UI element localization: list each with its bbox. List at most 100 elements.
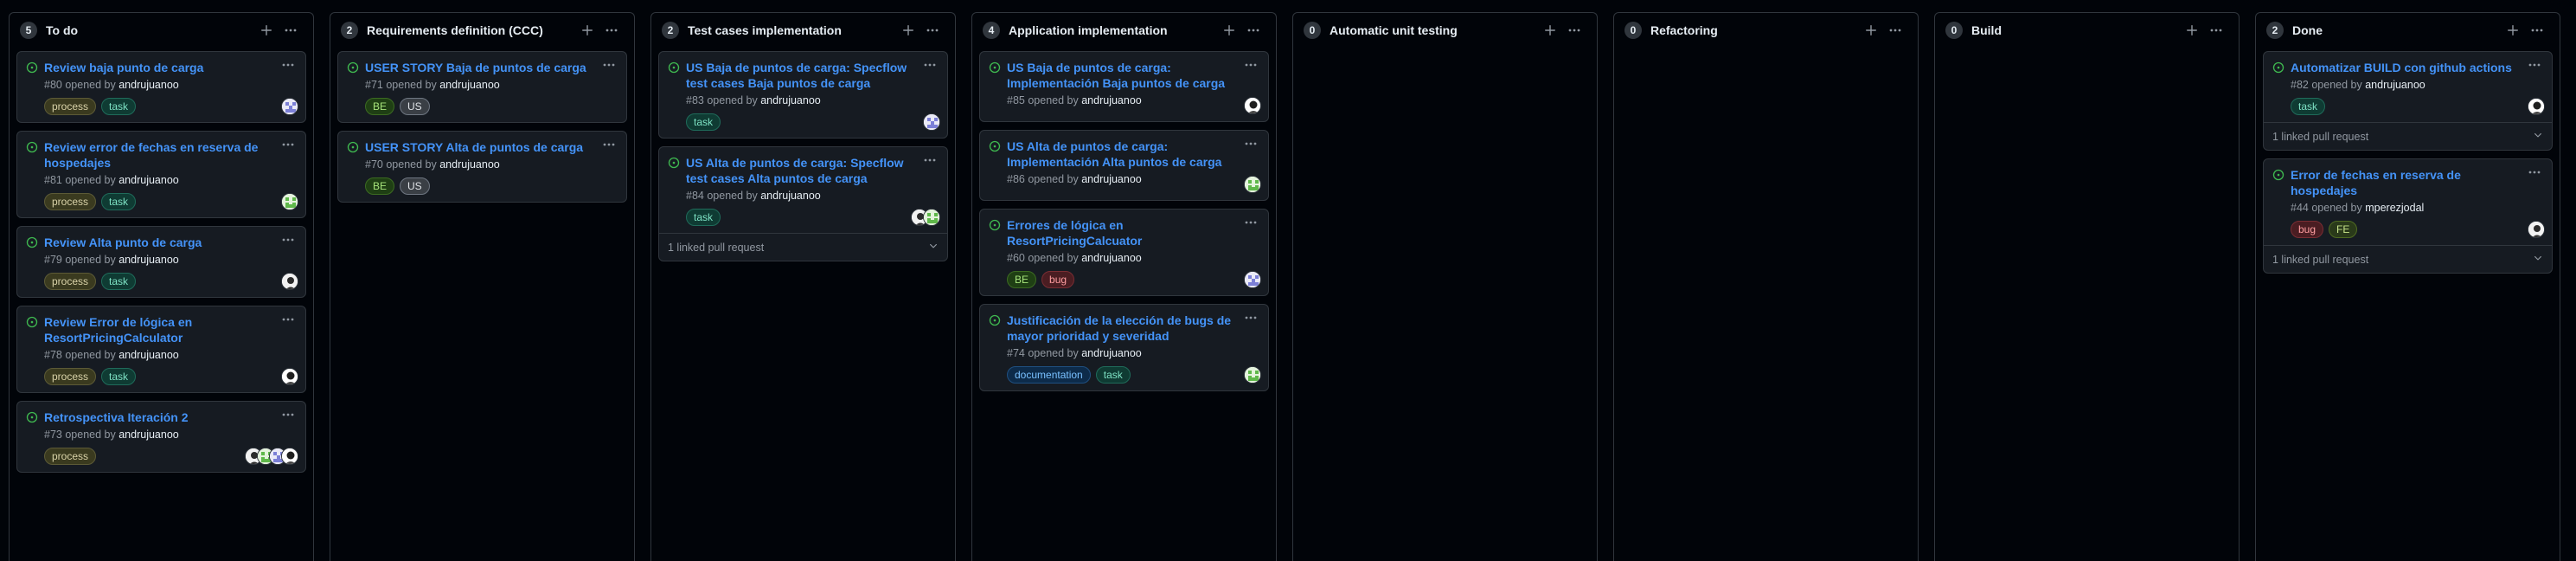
- linked-pull-request-row[interactable]: 1 linked pull request: [2264, 122, 2552, 150]
- add-item-icon[interactable]: [2180, 20, 2204, 41]
- issue-title-link[interactable]: Review Alta punto de carga: [44, 235, 279, 250]
- avatar[interactable]: [923, 209, 940, 226]
- avatar[interactable]: [2528, 98, 2545, 115]
- card-menu-icon[interactable]: [2524, 164, 2545, 180]
- issue-card[interactable]: US Baja de puntos de carga: Specflow tes…: [658, 51, 948, 139]
- issue-card[interactable]: Review baja punto de carga #80 opened by …: [16, 51, 306, 123]
- card-menu-icon[interactable]: [2524, 57, 2545, 73]
- issue-label[interactable]: task: [101, 98, 137, 115]
- add-item-icon[interactable]: [896, 20, 920, 41]
- issue-author-link[interactable]: andrujuanoo: [1081, 347, 1142, 359]
- issue-card[interactable]: Retrospectiva Iteración 2 #73 opened by a…: [16, 401, 306, 473]
- issue-card[interactable]: US Baja de puntos de carga: Implementaci…: [979, 51, 1269, 122]
- card-menu-icon[interactable]: [1240, 136, 1261, 152]
- card-menu-icon[interactable]: [278, 137, 298, 152]
- issue-title-link[interactable]: Retrospectiva Iteración 2: [44, 409, 279, 425]
- issue-title-link[interactable]: Review baja punto de carga: [44, 60, 279, 75]
- card-menu-icon[interactable]: [599, 137, 619, 152]
- issue-label[interactable]: process: [44, 193, 97, 210]
- avatar[interactable]: [281, 448, 298, 465]
- avatar[interactable]: [1244, 271, 1261, 288]
- issue-author-link[interactable]: andrujuanoo: [119, 79, 179, 91]
- issue-label[interactable]: process: [44, 368, 97, 385]
- avatar[interactable]: [281, 273, 298, 290]
- issue-title-link[interactable]: US Baja de puntos de carga: Implementaci…: [1007, 60, 1242, 91]
- card-menu-icon[interactable]: [920, 152, 940, 168]
- card-menu-icon[interactable]: [278, 57, 298, 73]
- issue-card[interactable]: Review error de fechas en reserva de hos…: [16, 131, 306, 218]
- linked-pull-request-row[interactable]: 1 linked pull request: [2264, 245, 2552, 273]
- column-menu-icon[interactable]: [279, 20, 303, 41]
- issue-card[interactable]: Errores de lógica en ResortPricingCalcua…: [979, 209, 1269, 296]
- issue-label[interactable]: BE: [1007, 271, 1037, 288]
- add-item-icon[interactable]: [2501, 20, 2525, 41]
- add-item-icon[interactable]: [254, 20, 279, 41]
- avatar[interactable]: [1244, 97, 1261, 114]
- issue-author-link[interactable]: andrujuanoo: [119, 429, 179, 441]
- column-menu-icon[interactable]: [1241, 20, 1266, 41]
- issue-author-link[interactable]: mperezjodal: [2365, 202, 2424, 214]
- issue-label[interactable]: process: [44, 273, 97, 290]
- issue-label[interactable]: FE: [2329, 221, 2358, 238]
- issue-label[interactable]: bug: [2291, 221, 2324, 238]
- issue-label[interactable]: task: [1095, 366, 1131, 384]
- card-menu-icon[interactable]: [599, 57, 619, 73]
- issue-card[interactable]: USER STORY Baja de puntos de carga #71 op…: [337, 51, 627, 123]
- column-menu-icon[interactable]: [1883, 20, 1907, 41]
- issue-title-link[interactable]: US Alta de puntos de carga: Implementaci…: [1007, 139, 1242, 170]
- issue-author-link[interactable]: andrujuanoo: [119, 349, 179, 361]
- issue-card[interactable]: US Alta de puntos de carga: Specflow tes…: [658, 146, 948, 261]
- column-menu-icon[interactable]: [1562, 20, 1586, 41]
- issue-card[interactable]: US Alta de puntos de carga: Implementaci…: [979, 130, 1269, 201]
- issue-author-link[interactable]: andrujuanoo: [119, 254, 179, 266]
- avatar[interactable]: [281, 368, 298, 385]
- issue-title-link[interactable]: Error de fechas en reserva de hospedajes: [2291, 167, 2526, 198]
- issue-label[interactable]: US: [400, 177, 430, 195]
- avatar[interactable]: [281, 193, 298, 210]
- issue-label[interactable]: task: [686, 209, 721, 226]
- issue-label[interactable]: US: [400, 98, 430, 115]
- avatar[interactable]: [923, 113, 940, 131]
- card-menu-icon[interactable]: [920, 57, 940, 73]
- issue-author-link[interactable]: andrujuanoo: [119, 174, 179, 186]
- issue-author-link[interactable]: andrujuanoo: [1081, 252, 1142, 264]
- linked-pull-request-row[interactable]: 1 linked pull request: [659, 233, 947, 261]
- add-item-icon[interactable]: [1217, 20, 1241, 41]
- issue-label[interactable]: task: [686, 113, 721, 131]
- add-item-icon[interactable]: [1859, 20, 1883, 41]
- issue-card[interactable]: USER STORY Alta de puntos de carga #70 op…: [337, 131, 627, 203]
- add-item-icon[interactable]: [1538, 20, 1562, 41]
- issue-title-link[interactable]: Justificación de la elección de bugs de …: [1007, 313, 1242, 344]
- avatar[interactable]: [1244, 366, 1261, 384]
- issue-author-link[interactable]: andrujuanoo: [760, 190, 821, 202]
- issue-label[interactable]: BE: [365, 98, 395, 115]
- issue-label[interactable]: task: [101, 193, 137, 210]
- card-menu-icon[interactable]: [278, 407, 298, 422]
- issue-label[interactable]: documentation: [1007, 366, 1091, 384]
- issue-author-link[interactable]: andrujuanoo: [439, 79, 500, 91]
- issue-card[interactable]: Automatizar BUILD con github actions #82 …: [2263, 51, 2553, 151]
- avatar[interactable]: [281, 98, 298, 115]
- issue-card[interactable]: Review Error de lógica en ResortPricingC…: [16, 306, 306, 393]
- issue-card[interactable]: Error de fechas en reserva de hospedajes…: [2263, 158, 2553, 274]
- add-item-icon[interactable]: [575, 20, 599, 41]
- column-menu-icon[interactable]: [2525, 20, 2549, 41]
- issue-label[interactable]: task: [2291, 98, 2326, 115]
- card-menu-icon[interactable]: [278, 232, 298, 248]
- issue-label[interactable]: bug: [1041, 271, 1075, 288]
- issue-title-link[interactable]: USER STORY Alta de puntos de carga: [365, 139, 600, 155]
- issue-card[interactable]: Review Alta punto de carga #79 opened by …: [16, 226, 306, 298]
- issue-author-link[interactable]: andrujuanoo: [1081, 94, 1142, 106]
- issue-title-link[interactable]: US Baja de puntos de carga: Specflow tes…: [686, 60, 921, 91]
- issue-label[interactable]: process: [44, 448, 97, 465]
- avatar[interactable]: [2528, 221, 2545, 238]
- issue-author-link[interactable]: andrujuanoo: [439, 158, 500, 171]
- card-menu-icon[interactable]: [1240, 215, 1261, 230]
- card-menu-icon[interactable]: [278, 312, 298, 327]
- issue-author-link[interactable]: andrujuanoo: [2365, 79, 2425, 91]
- issue-title-link[interactable]: Review error de fechas en reserva de hos…: [44, 139, 279, 171]
- avatar[interactable]: [1244, 176, 1261, 193]
- issue-label[interactable]: process: [44, 98, 97, 115]
- issue-title-link[interactable]: Automatizar BUILD con github actions: [2291, 60, 2526, 75]
- column-menu-icon[interactable]: [2204, 20, 2228, 41]
